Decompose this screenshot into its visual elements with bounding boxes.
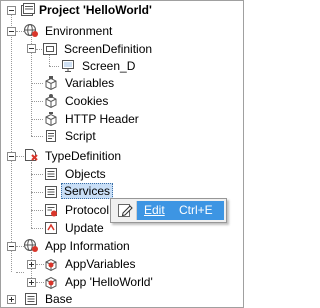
tree-guide [31, 192, 43, 193]
tree-item-screendefinition[interactable]: ScreenDefinition [62, 41, 154, 57]
tree-item-base[interactable]: Base [43, 291, 74, 307]
collapse-toggle-environment[interactable] [7, 27, 16, 36]
tree-item-app-helloworld[interactable]: App 'HelloWorld' [63, 274, 155, 290]
collapse-toggle-typedefinition[interactable] [7, 152, 16, 161]
app-information-icon [23, 237, 39, 253]
tree-item-typedefinition[interactable]: TypeDefinition [43, 148, 123, 164]
collapse-toggle-screendefinition[interactable] [27, 44, 36, 53]
project-tree: Project 'HelloWorld' Environment ScreenD… [1, 1, 243, 307]
update-icon [43, 220, 59, 236]
base-icon [23, 291, 39, 307]
project-root-label[interactable]: Project 'HelloWorld' [37, 2, 154, 18]
http-header-icon [43, 111, 59, 127]
expand-toggle-app-helloworld[interactable] [27, 278, 36, 287]
collapse-toggle-project[interactable] [7, 6, 16, 15]
tree-item-protocol[interactable]: Protocol [63, 202, 111, 218]
menu-item-edit[interactable]: Edit Ctrl+E [112, 201, 224, 220]
tree-item-app-information[interactable]: App Information [43, 238, 132, 254]
tree-guide [31, 162, 32, 228]
tree-item-screen-d[interactable]: Screen_D [80, 58, 137, 74]
collapse-toggle-app-information[interactable] [7, 242, 16, 251]
tree-guide [31, 228, 43, 229]
tree-guide [31, 101, 43, 102]
context-menu: Edit Ctrl+E [110, 198, 227, 223]
app-variables-icon [43, 256, 59, 272]
tree-item-objects[interactable]: Objects [63, 166, 108, 182]
project-tree-panel: Project 'HelloWorld' Environment ScreenD… [0, 0, 244, 308]
tree-guide [31, 210, 43, 211]
cookies-icon [43, 93, 59, 109]
edit-pencil-icon [112, 201, 137, 220]
environment-globe-icon [23, 22, 39, 38]
project-folder-icon [20, 2, 36, 18]
variables-box-icon [43, 75, 59, 91]
services-icon [43, 184, 59, 200]
protocol-icon [43, 202, 59, 218]
monitor-icon [60, 58, 76, 74]
expand-toggle-base[interactable] [7, 295, 16, 304]
tree-guide [31, 174, 43, 175]
menu-item-edit-label: Edit [144, 203, 165, 217]
tree-guide [31, 136, 43, 137]
tree-item-script[interactable]: Script [63, 128, 98, 144]
screen-definition-icon [42, 41, 58, 57]
tree-guide [31, 119, 43, 120]
tree-item-http-header[interactable]: HTTP Header [63, 111, 141, 127]
tree-guide [16, 272, 24, 273]
script-icon [43, 128, 59, 144]
tree-item-cookies[interactable]: Cookies [63, 93, 110, 109]
tree-item-variables[interactable]: Variables [63, 75, 116, 91]
tree-guide [49, 66, 59, 67]
tree-item-services[interactable]: Services [61, 183, 114, 199]
app-icon [43, 274, 59, 290]
tree-item-update[interactable]: Update [63, 220, 106, 236]
type-definition-icon [23, 147, 39, 163]
objects-icon [43, 166, 59, 182]
tree-item-environment[interactable]: Environment [43, 23, 114, 39]
tree-item-appvariables[interactable]: AppVariables [63, 256, 138, 272]
tree-guide [31, 83, 43, 84]
menu-item-edit-shortcut: Ctrl+E [179, 203, 213, 217]
tree-guide [11, 15, 12, 272]
expand-toggle-appvariables[interactable] [27, 260, 36, 269]
